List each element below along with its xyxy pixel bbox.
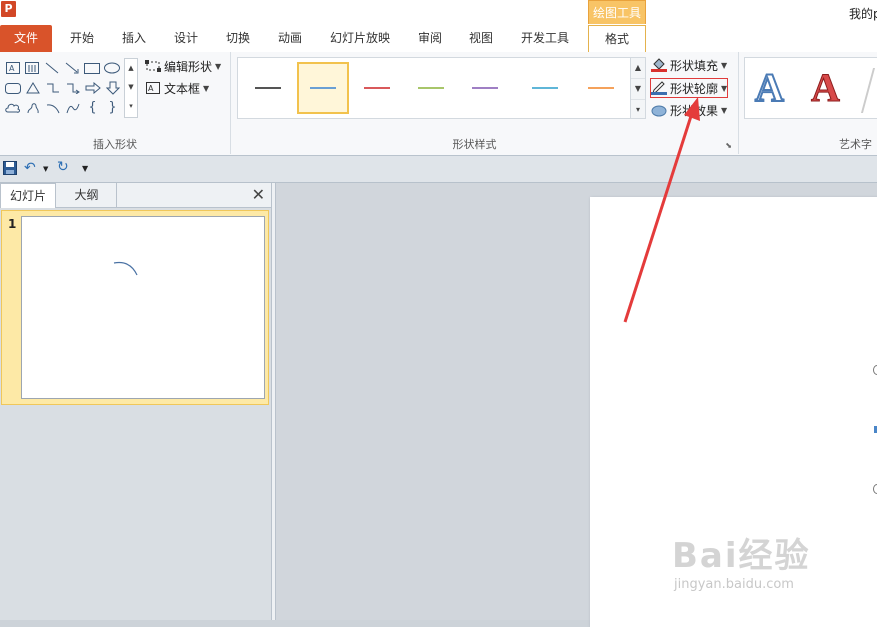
down-arrow-shape-icon[interactable] <box>104 80 121 95</box>
text-box-button[interactable]: A 文本框 ▼ <box>145 79 209 97</box>
shape-handle[interactable] <box>873 484 877 494</box>
tab-slideshow[interactable]: 幻灯片放映 <box>322 25 398 52</box>
wordart-style-red[interactable]: A <box>811 64 841 111</box>
text-box-label: 文本框 <box>164 81 201 96</box>
chevron-down-icon: ▼ <box>721 60 728 70</box>
tab-format[interactable]: 格式 <box>588 25 646 53</box>
scroll-up-icon[interactable]: ▲ <box>631 58 645 79</box>
shape-style-swatch[interactable] <box>519 62 571 114</box>
slide-number: 1 <box>8 217 17 231</box>
group-wordart-styles: A A 艺术字 <box>739 52 877 154</box>
shape-style-swatch[interactable] <box>242 62 294 114</box>
shape-style-swatch[interactable] <box>405 62 457 114</box>
right-brace-shape-icon[interactable]: } <box>104 100 121 115</box>
arrow-line-shape-icon[interactable] <box>63 60 80 75</box>
slides-pane: 幻灯片 大纲 ✕ 1 <box>0 183 271 620</box>
ribbon-tab-row: 文件 开始 插入 设计 切换 动画 幻灯片放映 审阅 视图 开发工具 格式 <box>0 25 877 53</box>
curve-shape-icon[interactable] <box>64 100 81 115</box>
text-box-icon: A <box>145 81 161 95</box>
save-icon[interactable] <box>3 161 17 178</box>
slide-thumbnail-item[interactable]: 1 <box>1 210 269 405</box>
redo-icon[interactable]: ↻ <box>57 159 69 175</box>
elbow-connector-icon[interactable] <box>44 80 61 95</box>
group-insert-shapes: A { } ▲ ▼ ▾ 编辑形状 ▼ A 文本框 ▼ 插入形状 <box>0 52 231 154</box>
tab-file[interactable]: 文件 <box>0 25 52 52</box>
chevron-down-icon: ▼ <box>215 61 222 71</box>
chevron-down-icon: ▼ <box>721 83 728 93</box>
chevron-down-icon: ▼ <box>203 83 210 93</box>
watermark-url: jingyan.baidu.com <box>674 577 794 592</box>
drawing-tools-context-header: 绘图工具 <box>588 0 646 24</box>
shapes-gallery-scroll[interactable]: ▲ ▼ ▾ <box>124 58 138 118</box>
powerpoint-logo-icon[interactable]: P <box>1 1 16 17</box>
shape-style-swatch[interactable] <box>459 62 511 114</box>
vertical-text-box-icon[interactable] <box>23 60 40 75</box>
cloud-shape-icon[interactable] <box>4 100 21 115</box>
dialog-launcher-icon[interactable]: ⬊ <box>725 141 732 150</box>
tab-slides[interactable]: 幻灯片 <box>0 183 56 208</box>
tab-design[interactable]: 设计 <box>165 25 207 52</box>
wordart-style-partial[interactable] <box>860 68 876 113</box>
baidu-watermark: Bai经验 jingyan.baidu.com <box>672 528 811 592</box>
tab-home[interactable]: 开始 <box>60 25 104 52</box>
svg-text:A: A <box>148 84 154 93</box>
shape-fill-button[interactable]: 形状填充 ▼ <box>651 56 727 74</box>
rounded-rect-shape-icon[interactable] <box>4 80 21 95</box>
customize-qat-icon[interactable]: ▼ <box>82 164 88 173</box>
pencil-outline-icon <box>651 81 667 95</box>
slide-thumbnail[interactable] <box>21 216 265 399</box>
edit-points-icon <box>145 59 161 73</box>
shape-fill-label: 形状填充 <box>670 58 719 73</box>
right-arrow-shape-icon[interactable] <box>84 80 101 95</box>
tab-insert[interactable]: 插入 <box>113 25 155 52</box>
chevron-down-icon: ▼ <box>721 105 728 115</box>
wordart-group-label: 艺术字 <box>839 138 872 151</box>
edit-shape-label: 编辑形状 <box>164 59 213 74</box>
shape-handle[interactable] <box>873 365 877 375</box>
wordart-gallery: A A <box>744 57 877 119</box>
text-box-shape-icon[interactable]: A <box>4 60 21 75</box>
ribbon: A { } ▲ ▼ ▾ 编辑形状 ▼ A 文本框 ▼ 插入形状 ▲ ▼ ▾ 形状… <box>0 52 877 156</box>
shape-style-swatch[interactable] <box>351 62 403 114</box>
pane-tabs: 幻灯片 大纲 ✕ <box>0 183 271 208</box>
line-shape-icon[interactable] <box>43 60 60 75</box>
oval-shape-icon[interactable] <box>103 60 120 75</box>
triangle-shape-icon[interactable] <box>24 80 41 95</box>
tab-outline[interactable]: 大纲 <box>57 183 117 207</box>
elbow-arrow-connector-icon[interactable] <box>64 80 81 95</box>
tab-view[interactable]: 视图 <box>461 25 501 52</box>
shape-outline-label: 形状轮廓 <box>670 81 719 96</box>
quick-access-toolbar: ↶ ▼ ↻ ▼ <box>0 156 877 183</box>
watermark-brand: Bai经验 <box>672 536 811 576</box>
tab-developer[interactable]: 开发工具 <box>511 25 579 52</box>
left-brace-shape-icon[interactable]: { <box>84 100 101 115</box>
annotation-arrow <box>623 97 700 323</box>
tab-animations[interactable]: 动画 <box>269 25 311 52</box>
shape-styles-gallery: ▲ ▼ ▾ <box>237 57 646 119</box>
insert-shapes-group-label: 插入形状 <box>93 138 137 151</box>
tab-transitions[interactable]: 切换 <box>217 25 259 52</box>
undo-icon[interactable]: ↶ <box>24 160 36 176</box>
freeform-shape-icon[interactable] <box>24 100 41 115</box>
title-bar <box>0 0 877 26</box>
shape-style-swatch-selected[interactable] <box>297 62 349 114</box>
close-icon[interactable]: ✕ <box>252 185 265 204</box>
paint-bucket-icon <box>651 58 667 72</box>
edit-shape-button[interactable]: 编辑形状 ▼ <box>145 57 221 75</box>
undo-dropdown-icon[interactable]: ▼ <box>43 165 48 173</box>
wordart-style-outline-blue[interactable]: A <box>754 64 785 111</box>
document-title: 我的p <box>849 7 877 21</box>
arc-shape-icon[interactable] <box>44 100 61 115</box>
thumbnail-arc-shape <box>113 261 138 276</box>
rectangle-shape-icon[interactable] <box>83 60 100 75</box>
svg-text:A: A <box>9 64 15 73</box>
tab-review[interactable]: 审阅 <box>410 25 450 52</box>
